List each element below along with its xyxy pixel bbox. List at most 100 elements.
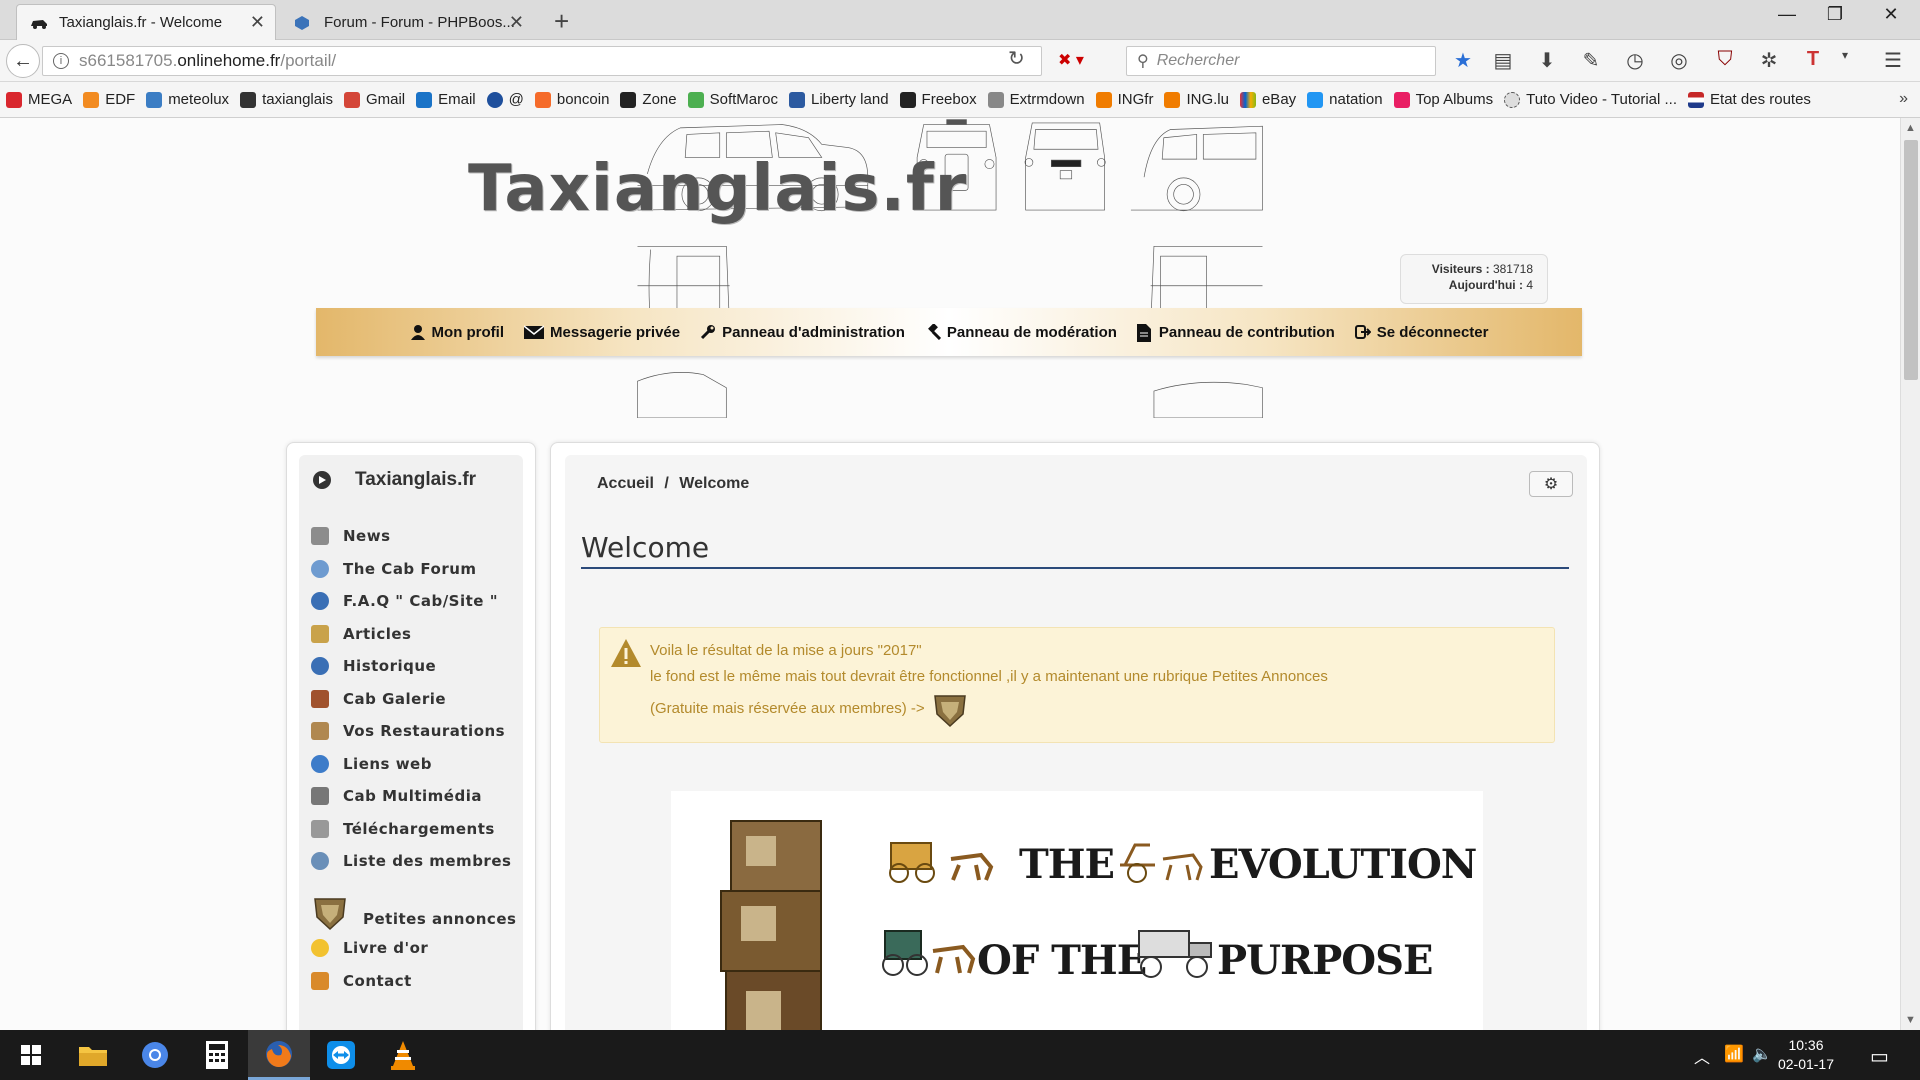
breadcrumb-separator: / [664, 475, 669, 492]
nav-moderation[interactable]: Panneau de modération [925, 323, 1117, 341]
bookmark-liberty-land[interactable]: Liberty land [788, 91, 889, 108]
sidebar-title[interactable]: Taxianglais.fr [313, 469, 476, 491]
new-tab-button[interactable]: + [554, 6, 569, 37]
scroll-up-icon[interactable]: ▲ [1905, 122, 1916, 134]
sidebar-item-livre-dor[interactable]: Livre d'or [311, 939, 428, 957]
taskbar-firefox[interactable] [248, 1030, 310, 1080]
taskbar-teamviewer[interactable] [310, 1030, 372, 1080]
visitors-row: Visiteurs : 381718 [1431, 262, 1533, 276]
close-tab-icon[interactable]: ✕ [250, 12, 265, 33]
search-input[interactable]: ⚲ Rechercher [1126, 46, 1436, 76]
ublock-icon[interactable]: ⛉ [1712, 48, 1738, 74]
close-tab-icon[interactable]: ✕ [509, 12, 524, 33]
sidebar-item-cab-galerie[interactable]: Cab Galerie [311, 690, 446, 708]
bookmark-edf[interactable]: EDF [83, 91, 135, 108]
bookmark-meteolux[interactable]: meteolux [146, 91, 229, 108]
bookmark-natation[interactable]: natation [1307, 91, 1383, 108]
minimize-icon[interactable]: — [1772, 4, 1802, 25]
adblock-icon[interactable]: ✖ ▾ [1058, 50, 1108, 72]
bookmark-inglu[interactable]: ING.lu [1164, 91, 1229, 108]
tab-taxianglais[interactable]: Taxianglais.fr - Welcome ✕ [16, 4, 276, 40]
gavel-icon [925, 323, 941, 341]
sidebar-item-contact[interactable]: Contact [311, 972, 412, 990]
bookmark-email[interactable]: Email [416, 91, 476, 108]
close-window-icon[interactable]: ✕ [1876, 4, 1906, 25]
sidebar-item-membres[interactable]: Liste des membres [311, 852, 511, 870]
nav-messagerie[interactable]: Messagerie privée [523, 324, 680, 341]
info-icon[interactable]: i [53, 53, 69, 69]
folder-icon [79, 1047, 107, 1066]
nav-deconnecter[interactable]: Se déconnecter [1354, 324, 1488, 341]
bookmark-etat-des-routes[interactable]: Etat des routes [1688, 91, 1811, 108]
sidebar-item-multimedia[interactable]: Cab Multimédia [311, 787, 482, 805]
t-extension-icon[interactable]: T [1800, 48, 1826, 74]
bookmark-softmaroc[interactable]: SoftMaroc [687, 91, 778, 108]
site-title[interactable]: Taxianglais.fr [468, 152, 967, 226]
show-hidden-icons-icon[interactable]: ︿ [1694, 1044, 1710, 1068]
evolution-word-evolution: EVOLUTION [1209, 841, 1477, 888]
volume-icon[interactable]: 🔈 [1752, 1044, 1772, 1064]
windows-taskbar: ︿ 📶 🔈 10:36 02-01-17 ▭ [0, 1030, 1920, 1080]
bookmark-zone[interactable]: Zone [620, 91, 677, 108]
sidebar-item-telechargements[interactable]: Téléchargements [311, 820, 495, 838]
bookmark-star-icon[interactable]: ★ [1450, 48, 1476, 74]
bookmark-ebay[interactable]: eBay [1239, 91, 1296, 108]
sidebar-item-petites-annonces[interactable]: Petites annonces [311, 893, 516, 931]
sidebar-panel: Taxianglais.fr News The Cab Forum F.A.Q … [286, 442, 536, 1030]
back-button[interactable]: ← [6, 44, 40, 78]
sidebar-item-historique[interactable]: Historique [311, 657, 436, 675]
bookmark-freebox[interactable]: Freebox [899, 91, 977, 108]
bookmark-top-albums[interactable]: Top Albums [1393, 91, 1493, 108]
pencil-icon[interactable]: ✎ [1578, 48, 1604, 74]
taskbar-file-explorer[interactable] [62, 1030, 124, 1080]
bookmark-mega[interactable]: MEGA [6, 91, 72, 108]
settings-button[interactable]: ⚙ [1529, 471, 1573, 497]
notifications-icon[interactable]: ▭ [1870, 1044, 1889, 1069]
bookmark-ingfr[interactable]: INGfr [1095, 91, 1153, 108]
user-navigation-bar: Mon profil Messagerie privée Panneau d'a… [316, 308, 1582, 356]
bookmark-taxianglais[interactable]: taxianglais [240, 91, 333, 108]
nav-administration[interactable]: Panneau d'administration [700, 324, 905, 341]
network-icon[interactable]: 📶 [1724, 1044, 1744, 1064]
carriage-icon-2 [1120, 843, 1203, 883]
bookmark-boncoin[interactable]: boncoin [534, 91, 609, 108]
sidebar-item-restaurations[interactable]: Vos Restaurations [311, 722, 505, 740]
nav-contribution[interactable]: Panneau de contribution [1136, 324, 1335, 342]
annonces-link-badge-icon[interactable] [931, 690, 969, 728]
taskbar-chrome[interactable] [124, 1030, 186, 1080]
more-bookmarks-icon[interactable]: » [1899, 90, 1908, 108]
reload-icon[interactable]: ↻ [1008, 46, 1025, 71]
taxi-rear-drawing [1024, 122, 1106, 211]
sidebar-item-articles[interactable]: Articles [311, 625, 411, 643]
bookmark-gmail[interactable]: Gmail [343, 91, 405, 108]
start-button[interactable] [0, 1030, 62, 1080]
url-bar[interactable]: i s661581705. onlinehome.fr/portail/ [42, 46, 1042, 76]
reading-list-icon[interactable]: ▤ [1490, 48, 1516, 74]
scroll-down-icon[interactable]: ▼ [1905, 1014, 1916, 1026]
mask-icon[interactable]: ◎ [1666, 48, 1692, 74]
taskbar-calculator[interactable] [186, 1030, 248, 1080]
download-icon[interactable]: ⬇ [1534, 48, 1560, 74]
nav-mon-profil[interactable]: Mon profil [410, 324, 504, 341]
tab-forum[interactable]: Forum - Forum - PHPBoos... ✕ [282, 4, 534, 40]
sidebar-item-news[interactable]: News [311, 527, 391, 545]
menu-icon[interactable]: ☰ [1880, 48, 1906, 74]
sidebar-item-cab-forum[interactable]: The Cab Forum [311, 560, 477, 578]
history-icon[interactable]: ◷ [1622, 48, 1648, 74]
extension-icon[interactable]: ✲ [1756, 48, 1782, 74]
bookmark-tuto-video[interactable]: Tuto Video - Tutorial ... [1504, 91, 1677, 108]
annonces-badge-icon [311, 893, 349, 931]
scroll-thumb[interactable] [1904, 140, 1918, 380]
breadcrumb-home[interactable]: Accueil [597, 475, 654, 492]
sidebar-item-liens-web[interactable]: Liens web [311, 755, 432, 773]
bookmarks-bar: MEGA EDF meteolux taxianglais Gmail Emai… [0, 82, 1920, 118]
bookmark-extrmdown[interactable]: Extrmdown [987, 91, 1085, 108]
restore-icon[interactable]: ❐ [1820, 4, 1850, 25]
dropdown-icon[interactable]: ▾ [1832, 48, 1858, 74]
taskbar-vlc[interactable] [372, 1030, 434, 1080]
bookmark-at[interactable]: @ [486, 91, 524, 108]
page-title: Welcome [581, 531, 710, 564]
system-clock[interactable]: 10:36 02-01-17 [1778, 1036, 1834, 1074]
page-scrollbar[interactable]: ▲ ▼ [1900, 118, 1920, 1030]
sidebar-item-faq[interactable]: F.A.Q " Cab/Site " [311, 592, 498, 610]
